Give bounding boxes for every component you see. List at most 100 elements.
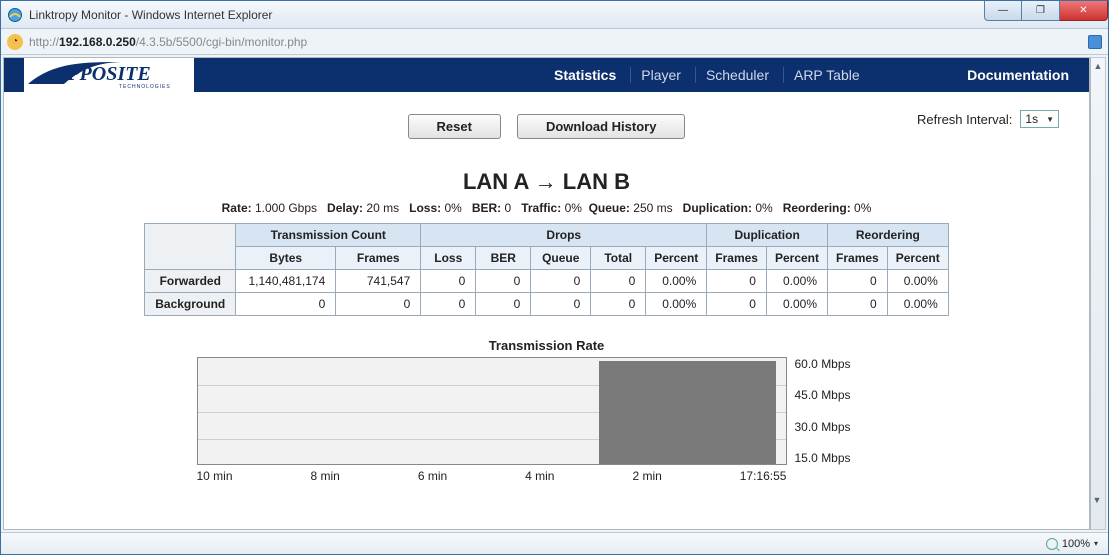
delay-value: 20 ms (366, 201, 399, 215)
cell: 0 (236, 293, 336, 316)
chevron-down-icon: ▼ (1046, 115, 1054, 124)
content-wrap: APPOSITE TECHNOLOGIES Statistics Player … (1, 55, 1108, 532)
minimize-button[interactable]: — (984, 1, 1022, 21)
x-tick: 4 min (525, 469, 554, 483)
window-controls: — ❐ ✕ (984, 1, 1108, 21)
cell: 741,547 (336, 270, 421, 293)
nav-documentation[interactable]: Documentation (967, 67, 1069, 83)
th-total: Total (591, 247, 646, 270)
chart-x-labels: 10 min 8 min 6 min 4 min 2 min 17:16:55 (197, 469, 787, 483)
ber-value: 0 (505, 201, 512, 215)
cell: 0 (421, 270, 476, 293)
link-params: Rate: 1.000 Gbps Delay: 20 ms Loss: 0% B… (4, 201, 1089, 215)
cell: 0.00% (646, 270, 707, 293)
maximize-button[interactable]: ❐ (1022, 1, 1060, 21)
chart-title: Transmission Rate (197, 338, 897, 353)
refresh-interval-select[interactable]: 1s ▼ (1020, 110, 1059, 128)
rate-label: Rate: (222, 201, 252, 215)
y-tick: 45.0 Mbps (795, 388, 851, 402)
page-content: APPOSITE TECHNOLOGIES Statistics Player … (3, 57, 1090, 530)
refresh-interval-label: Refresh Interval: (917, 112, 1012, 127)
url-path: /4.3.5b/5500/cgi-bin/monitor.php (136, 35, 307, 49)
x-tick: 6 min (418, 469, 447, 483)
y-tick: 30.0 Mbps (795, 420, 851, 434)
dup-value: 0% (755, 201, 772, 215)
chevron-down-icon[interactable]: ▾ (1094, 539, 1098, 548)
reord-value: 0% (854, 201, 871, 215)
th-reordering: Reordering (828, 224, 949, 247)
nav-statistics[interactable]: Statistics (544, 67, 626, 83)
app-window: Linktropy Monitor - Windows Internet Exp… (0, 0, 1109, 555)
controls-row: Reset Download History Refresh Interval:… (4, 114, 1089, 139)
refresh-interval-block: Refresh Interval: 1s ▼ (917, 110, 1059, 128)
traffic-label: Traffic: (521, 201, 561, 215)
close-button[interactable]: ✕ (1060, 1, 1108, 21)
title-bar: Linktropy Monitor - Windows Internet Exp… (1, 1, 1108, 29)
cell: 0.00% (887, 270, 948, 293)
y-tick: 15.0 Mbps (795, 451, 851, 465)
cell: 1,140,481,174 (236, 270, 336, 293)
th-queue: Queue (531, 247, 591, 270)
cell: 0 (707, 270, 767, 293)
url-prefix: http:// (29, 35, 59, 49)
cell: 0.00% (646, 293, 707, 316)
th-bytes: Bytes (236, 247, 336, 270)
cell: 0.00% (766, 293, 827, 316)
cell: 0 (828, 293, 888, 316)
row-name: Background (145, 293, 236, 316)
th-reord-frames: Frames (828, 247, 888, 270)
scroll-down-icon[interactable]: ▼ (1089, 492, 1105, 508)
loss-label: Loss: (409, 201, 441, 215)
cell: 0 (476, 293, 531, 316)
queue-value: 250 ms (633, 201, 672, 215)
nav-scheduler[interactable]: Scheduler (695, 67, 779, 83)
chart-y-labels: 60.0 Mbps 45.0 Mbps 30.0 Mbps 15.0 Mbps (787, 357, 851, 465)
url-host: 192.168.0.250 (59, 35, 136, 49)
zoom-icon[interactable] (1046, 538, 1058, 550)
compat-view-icon[interactable] (1088, 35, 1102, 49)
stats-table: Transmission Count Drops Duplication Reo… (144, 223, 949, 316)
scroll-up-icon[interactable]: ▲ (1091, 58, 1105, 74)
cell: 0 (531, 293, 591, 316)
th-reord-percent: Percent (887, 247, 948, 270)
download-history-button[interactable]: Download History (517, 114, 686, 139)
x-tick: 10 min (197, 469, 233, 483)
cell: 0 (336, 293, 421, 316)
rate-value: 1.000 Gbps (255, 201, 317, 215)
table-row: Background 0 0 0 0 0 0 0.00% 0 0.00% 0 0… (145, 293, 949, 316)
vertical-scrollbar[interactable]: ▲ ▼ (1090, 57, 1106, 530)
traffic-value: 0% (565, 201, 582, 215)
x-tick: 2 min (632, 469, 661, 483)
cell: 0 (707, 293, 767, 316)
reord-label: Reordering: (783, 201, 851, 215)
chart-series-fill (599, 361, 776, 464)
reset-button[interactable]: Reset (408, 114, 501, 139)
window-title: Linktropy Monitor - Windows Internet Exp… (29, 8, 272, 22)
site-icon: ◔ (7, 34, 23, 50)
cell: 0 (476, 270, 531, 293)
cell: 0 (591, 293, 646, 316)
queue-label: Queue: (589, 201, 630, 215)
th-transmission: Transmission Count (236, 224, 421, 247)
cell: 0 (591, 270, 646, 293)
nav-arp-table[interactable]: ARP Table (783, 67, 870, 83)
nav-player[interactable]: Player (630, 67, 691, 83)
th-ber: BER (476, 247, 531, 270)
cell: 0.00% (887, 293, 948, 316)
zoom-level[interactable]: 100% (1062, 538, 1090, 550)
th-loss: Loss (421, 247, 476, 270)
chart-plot (197, 357, 787, 465)
svg-text:APPOSITE: APPOSITE (52, 63, 151, 85)
url-text[interactable]: http://192.168.0.250/4.3.5b/5500/cgi-bin… (29, 35, 307, 49)
cell: 0 (828, 270, 888, 293)
brand-logo: APPOSITE TECHNOLOGIES (24, 58, 194, 92)
chart-block: Transmission Rate 10 min 8 min 6 min 4 m… (197, 338, 897, 483)
x-tick: 8 min (311, 469, 340, 483)
ber-label: BER: (472, 201, 501, 215)
y-tick: 60.0 Mbps (795, 357, 851, 371)
th-duplication: Duplication (707, 224, 828, 247)
dup-label: Duplication: (683, 201, 752, 215)
th-dup-percent: Percent (766, 247, 827, 270)
row-name: Forwarded (145, 270, 236, 293)
refresh-interval-value: 1s (1025, 112, 1038, 126)
